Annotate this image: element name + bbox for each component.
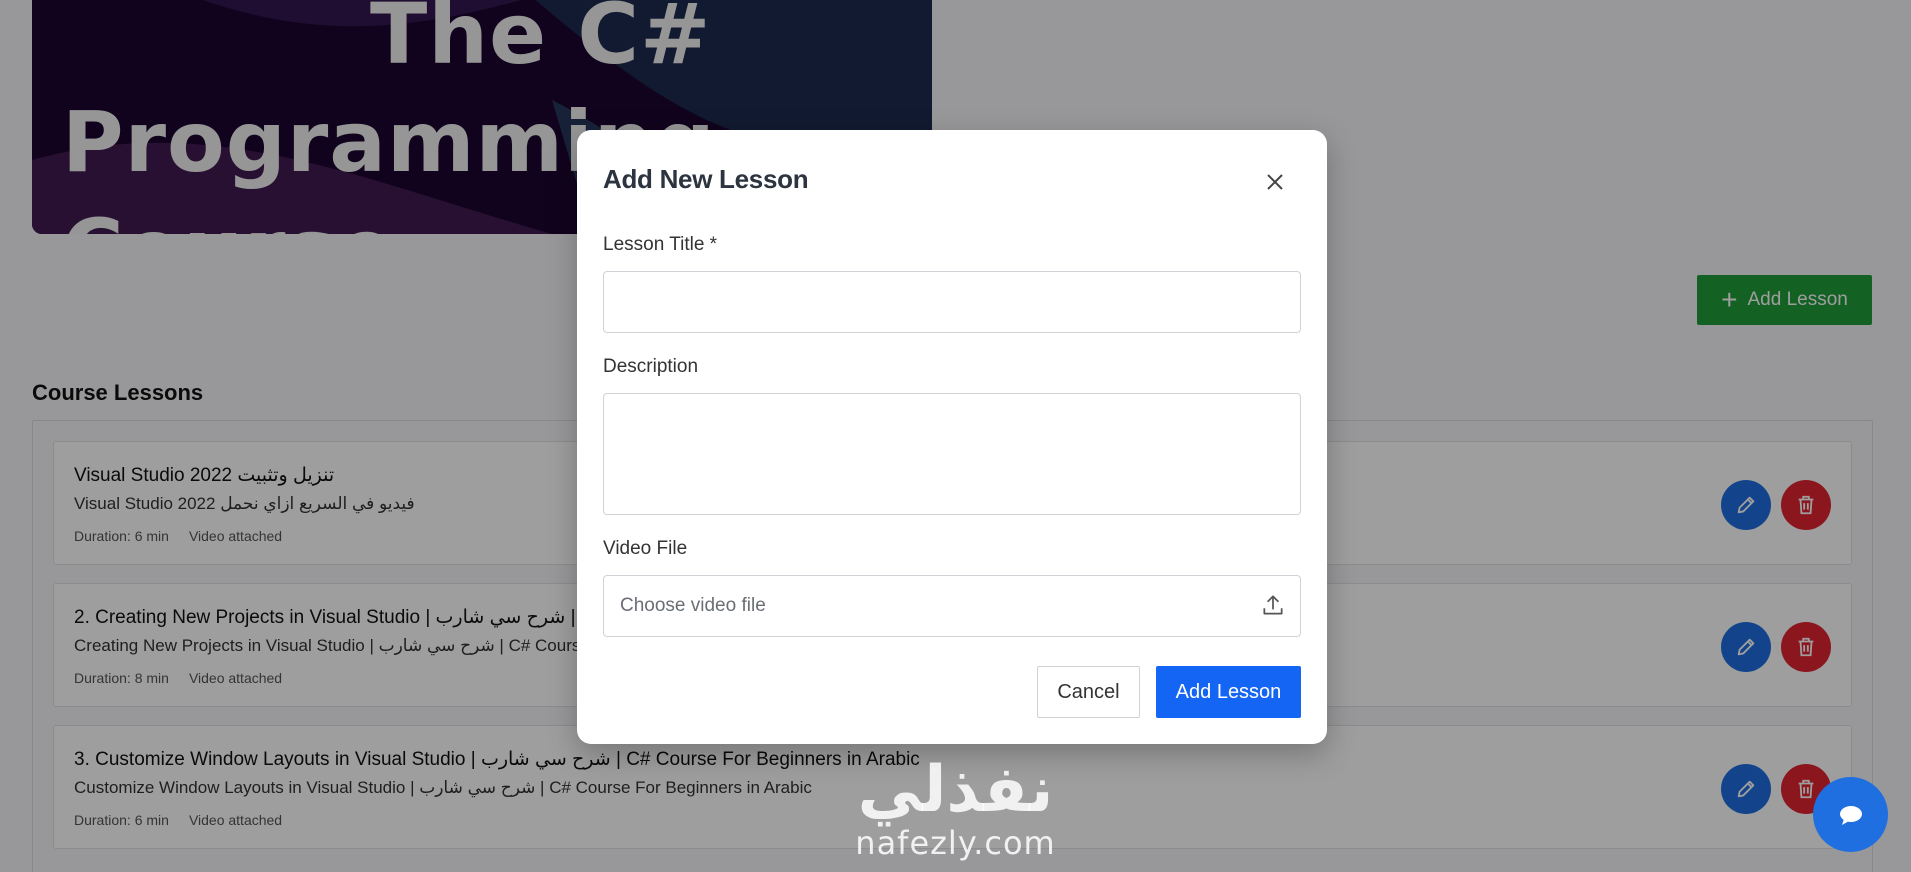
description-textarea[interactable] xyxy=(603,393,1301,515)
chat-button[interactable] xyxy=(1813,777,1888,852)
watermark: نفذلي nafezly.com xyxy=(848,755,1063,872)
cancel-button[interactable]: Cancel xyxy=(1037,666,1140,718)
add-lesson-modal: Add New Lesson Lesson Title * Descriptio… xyxy=(577,130,1327,744)
submit-add-lesson-button[interactable]: Add Lesson xyxy=(1156,666,1301,718)
close-button[interactable] xyxy=(1259,166,1291,198)
video-file-placeholder: Choose video file xyxy=(620,595,766,616)
description-label: Description xyxy=(603,356,699,377)
lesson-title-input[interactable] xyxy=(603,271,1301,333)
watermark-arabic: نفذلي xyxy=(857,753,1054,827)
upload-icon xyxy=(1260,592,1286,623)
video-file-label: Video File xyxy=(603,538,688,559)
lesson-title-label: Lesson Title * xyxy=(603,234,718,255)
modal-title: Add New Lesson xyxy=(603,164,809,194)
close-icon xyxy=(1267,174,1283,190)
video-file-input[interactable]: Choose video file xyxy=(603,575,1301,637)
chat-icon xyxy=(1839,805,1862,825)
watermark-latin: nafezly.com xyxy=(855,824,1056,862)
